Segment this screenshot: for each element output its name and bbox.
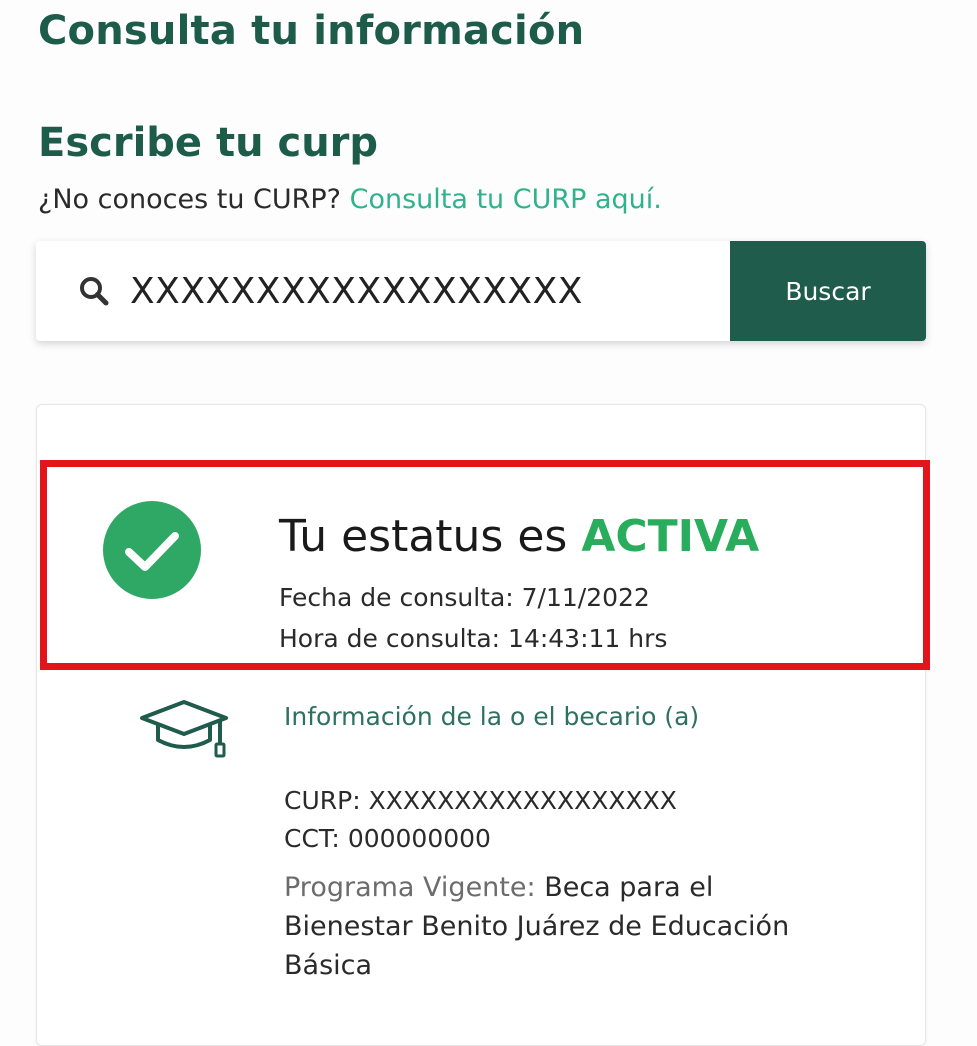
curp-search-input[interactable]: [130, 241, 730, 341]
becario-cct: CCT: 000000000: [284, 824, 491, 853]
status-heading-prefix: Tu estatus es: [279, 511, 568, 562]
consult-time-label: Hora de consulta:: [279, 624, 501, 653]
becario-program-label: Programa Vigente:: [284, 872, 536, 903]
curp-help-text: ¿No conoces tu CURP?: [38, 184, 341, 215]
consult-date: Fecha de consulta: 7/11/2022: [279, 583, 650, 612]
consult-date-value: 7/11/2022: [521, 583, 650, 612]
graduation-cap-icon: [140, 700, 228, 758]
consult-date-label: Fecha de consulta:: [279, 583, 514, 612]
check-circle-icon: [103, 501, 201, 599]
consult-curp-link[interactable]: Consulta tu CURP aquí.: [350, 184, 662, 215]
curp-section-title: Escribe tu curp: [38, 120, 379, 166]
becario-cct-value: 000000000: [347, 824, 491, 853]
becario-curp-label: CURP:: [284, 786, 361, 815]
curp-search-bar: Buscar: [36, 241, 926, 341]
status-heading: Tu estatus es ACTIVA: [279, 511, 759, 562]
becario-curp-value: XXXXXXXXXXXXXXXXXX: [368, 786, 677, 815]
consult-time-value: 14:43:11 hrs: [508, 624, 668, 653]
becario-cct-label: CCT:: [284, 824, 340, 853]
status-value: ACTIVA: [581, 511, 760, 562]
becario-curp: CURP: XXXXXXXXXXXXXXXXXX: [284, 786, 677, 815]
status-highlight-box: Tu estatus es ACTIVA Fecha de consulta: …: [40, 460, 930, 670]
search-icon: [80, 277, 109, 306]
consult-time: Hora de consulta: 14:43:11 hrs: [279, 624, 667, 653]
search-button[interactable]: Buscar: [730, 241, 926, 341]
curp-help-line: ¿No conoces tu CURP? Consulta tu CURP aq…: [38, 184, 662, 215]
page-title: Consulta tu información: [38, 8, 585, 54]
becario-program: Programa Vigente: Beca para el Bienestar…: [284, 868, 804, 985]
becario-info-title: Información de la o el becario (a): [284, 702, 700, 731]
